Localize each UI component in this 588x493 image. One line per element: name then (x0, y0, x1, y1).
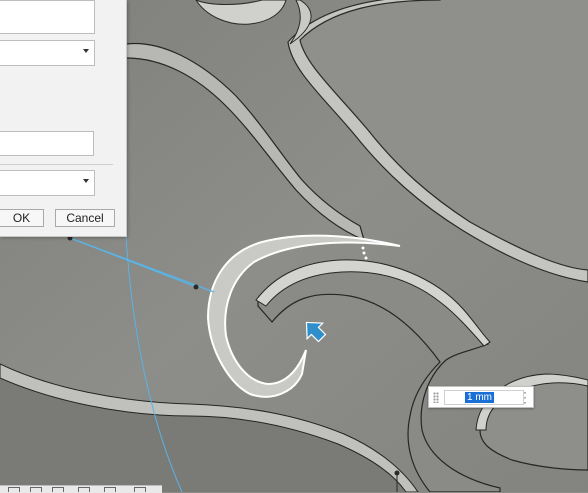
dimension-value[interactable]: 1 mm (465, 392, 494, 403)
toolbar-icon-1[interactable] (8, 487, 20, 492)
cancel-button[interactable]: Cancel (55, 209, 115, 227)
dialog-divider (0, 164, 113, 165)
chevron-down-icon (83, 179, 89, 183)
grip-icon[interactable] (433, 392, 439, 403)
dimension-input[interactable]: 1 mm (444, 390, 524, 405)
dialog-dropdown-1[interactable] (0, 40, 95, 66)
feature-dialog: OK Cancel (0, 0, 127, 237)
ok-button[interactable]: OK (0, 209, 44, 227)
dialog-dropdown-2[interactable] (0, 170, 95, 196)
chevron-down-icon (83, 49, 89, 53)
dialog-top-field[interactable] (0, 0, 95, 34)
dimension-input-box[interactable]: 1 mm · · · (428, 386, 534, 408)
dialog-text-field[interactable] (0, 131, 94, 156)
more-options-icon[interactable]: · · · (523, 386, 527, 408)
toolbar-icon-2[interactable] (30, 487, 42, 492)
toolbar-icon-3[interactable] (52, 487, 64, 492)
toolbar-icon-6[interactable] (134, 487, 146, 492)
sketch-point-2[interactable] (193, 284, 199, 290)
toolbar-icon-5[interactable] (104, 487, 116, 492)
toolbar-icon-4[interactable] (78, 487, 90, 492)
